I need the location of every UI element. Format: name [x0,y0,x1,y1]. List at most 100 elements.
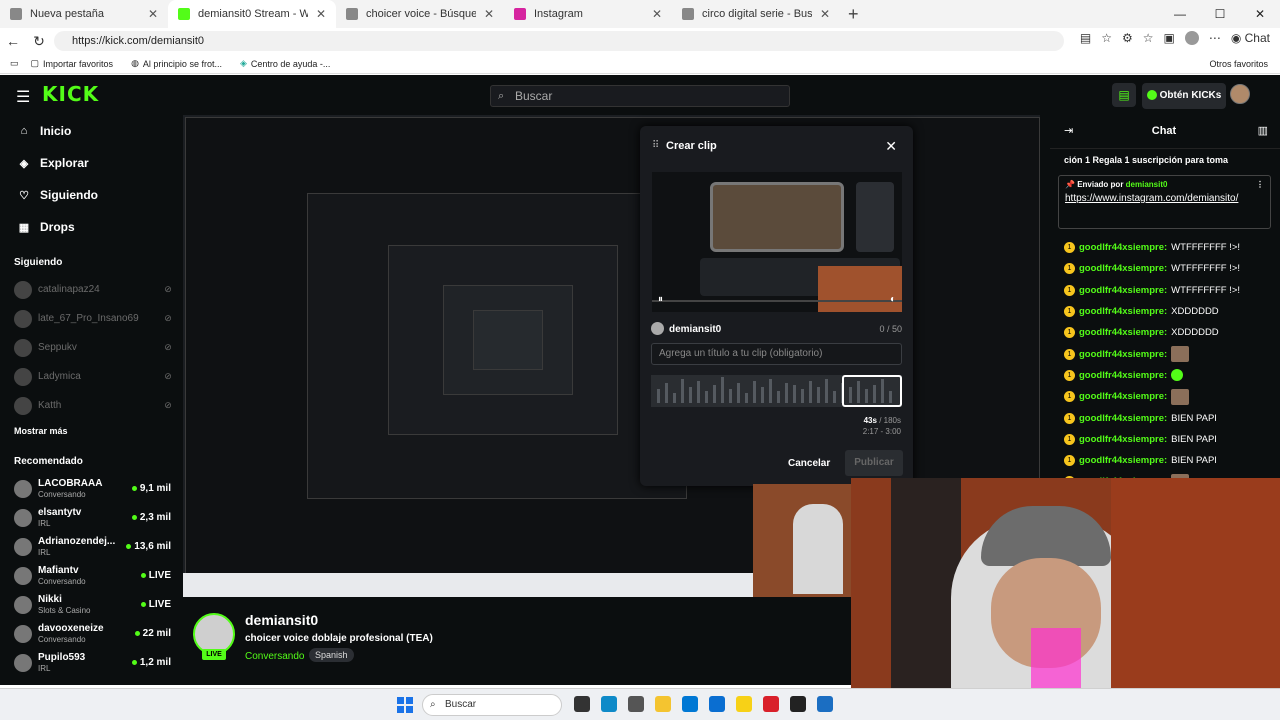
chat-username[interactable]: goodlfr44xsiempre: [1079,285,1167,296]
chat-username[interactable]: goodlfr44xsiempre: [1079,306,1167,317]
clip-preview[interactable]: ⏸ ◐ [652,172,902,312]
close-tab-icon[interactable]: ✕ [484,7,494,21]
sidebar-toggle-icon[interactable]: ▭ [10,58,19,69]
stream-category[interactable]: Conversando [245,651,304,662]
close-tab-icon[interactable]: ✕ [820,7,830,21]
more-options-icon[interactable]: ⋮ [1256,180,1264,189]
favorite-item[interactable]: ◈ Centro de ayuda -... [240,58,330,69]
recommended-channel[interactable]: LACOBRAAA Conversando 9,1 mil [0,474,183,503]
back-button[interactable]: ← [0,33,26,49]
star-icon[interactable]: ☆ [1101,31,1112,45]
taskview-icon[interactable] [574,696,590,712]
drops-icon: ▦ [18,221,30,234]
show-more-link[interactable]: Mostrar más [0,420,183,442]
browser-tab[interactable]: Nueva pestaña ✕ [0,0,168,28]
minimize-button[interactable]: — [1160,0,1200,28]
chat-username[interactable]: goodlfr44xsiempre: [1079,370,1167,381]
sticky-notes-icon[interactable] [736,696,752,712]
chat-users-icon[interactable]: ▥ [1258,124,1268,137]
chat-username[interactable]: goodlfr44xsiempre: [1079,349,1167,360]
windows-start-icon[interactable] [397,697,413,713]
language-tag[interactable]: Spanish [309,648,354,662]
chat-username[interactable]: goodlfr44xsiempre: [1079,391,1167,402]
reader-icon[interactable]: ▤ [1080,31,1091,45]
volume-icon[interactable]: ◐ [890,294,896,305]
recommended-channel[interactable]: Pupilo593 IRL 1,2 mil [0,648,183,677]
recommended-channel[interactable]: Adrianozendej... IRL 13,6 mil [0,532,183,561]
timeline-tick [793,385,796,403]
favorites-icon[interactable]: ☆ [1143,31,1154,45]
close-tab-icon[interactable]: ✕ [316,7,326,21]
recommended-channel[interactable]: davooxeneize Conversando 22 mil [0,619,183,648]
close-window-button[interactable]: ✕ [1240,0,1280,28]
close-icon[interactable]: ✕ [885,138,897,155]
chat-username[interactable]: goodlfr44xsiempre: [1079,263,1167,274]
recommended-channel[interactable]: Mafiantv Conversando LIVE [0,561,183,590]
extensions-icon[interactable]: ⚙ [1122,31,1133,45]
gift-banner[interactable]: ción 1 Regala 1 suscripción para toma [1064,155,1280,165]
following-channel[interactable]: late_67_Pro_Insano69 ⊘ [0,304,183,333]
recommended-channel[interactable]: elsantytv IRL 2,3 mil [0,503,183,532]
browser-tab[interactable]: circo digital serie - Buscar con Google ✕ [672,0,840,28]
new-tab-button[interactable]: + [840,4,867,25]
drag-handle-icon[interactable]: ⠿ [652,140,659,151]
following-channel[interactable]: catalinapaz24 ⊘ [0,275,183,304]
collections-icon[interactable]: ▣ [1163,31,1174,45]
edge-icon[interactable] [601,696,617,712]
other-favorites[interactable]: Otros favoritos [1209,59,1268,69]
sidebar-item-drops[interactable]: ▦ Drops [0,211,183,243]
cancel-button[interactable]: Cancelar [788,458,830,469]
chat-username[interactable]: goodlfr44xsiempre: [1079,455,1167,466]
favorite-item[interactable]: ▢ Importar favoritos [31,58,114,69]
browser-tab[interactable]: demiansit0 Stream - Watch Live on Kick ✕ [168,0,336,28]
reload-button[interactable]: ↻ [26,33,52,50]
address-bar[interactable]: https://kick.com/demiansit0 [54,31,1064,51]
publish-button[interactable]: Publicar [845,450,903,476]
following-channel[interactable]: Katth ⊘ [0,391,183,420]
browser-tab[interactable]: Instagram ✕ [504,0,672,28]
store-icon[interactable] [682,696,698,712]
following-channel[interactable]: Seppukv ⊘ [0,333,183,362]
app-icon[interactable] [628,696,644,712]
search-input[interactable]: ⌕ Buscar [490,85,790,107]
obs-icon[interactable] [790,696,806,712]
close-tab-icon[interactable]: ✕ [652,7,662,21]
chat-username[interactable]: goodlfr44xsiempre: [1079,434,1167,445]
sidebar-item-siguiendo[interactable]: ♡ Siguiendo [0,179,183,211]
sidebar-item-explorar[interactable]: ◈ Explorar [0,147,183,179]
more-icon[interactable]: ⋯ [1209,31,1221,45]
channel-name: Pupilo593 [38,651,86,663]
user-avatar[interactable] [1230,84,1250,104]
clip-selection-handle[interactable] [842,375,902,407]
streamer-name[interactable]: demiansit0 [245,612,318,628]
pinned-link[interactable]: https://www.instagram.com/demiansito/ [1065,193,1264,204]
taskbar-search[interactable]: ⌕ Buscar [422,694,562,716]
following-channel[interactable]: Ladymica ⊘ [0,362,183,391]
chat-username[interactable]: goodlfr44xsiempre: [1079,413,1167,424]
chat-toggle-icon[interactable]: ▤ [1112,83,1136,107]
chat-username[interactable]: goodlfr44xsiempre: [1079,327,1167,338]
live-dot-icon [134,630,140,636]
taskbar-search-placeholder: Buscar [445,699,477,710]
close-tab-icon[interactable]: ✕ [148,7,158,21]
menu-icon[interactable]: ☰ [16,87,30,107]
clip-title-input[interactable]: Agrega un título a tu clip (obligatorio) [651,343,902,365]
browser-tab[interactable]: choicer voice - Búsqueda ✕ [336,0,504,28]
copilot-chat-button[interactable]: ◉ Chat [1231,31,1270,45]
get-kicks-button[interactable]: Obtén KICKs [1142,83,1226,109]
file-explorer-icon[interactable] [655,696,671,712]
outlook-icon[interactable] [709,696,725,712]
sidebar-item-inicio[interactable]: ⌂ Inicio [0,115,183,147]
clip-timeline[interactable] [651,375,902,407]
kick-logo[interactable]: KICK [42,82,99,106]
steam-icon[interactable] [817,696,833,712]
recommended-channel[interactable]: Nikki Slots & Casino LIVE [0,590,183,619]
chat-username[interactable]: goodlfr44xsiempre: [1079,242,1167,253]
pause-icon[interactable]: ⏸ [658,294,663,305]
favorite-item[interactable]: ◍ Al principio se frot... [131,58,222,69]
pinned-user[interactable]: demiansit0 [1126,180,1168,189]
channel-name: LACOBRAAA [38,477,103,489]
maximize-button[interactable]: ☐ [1200,0,1240,28]
profile-icon[interactable] [1184,31,1199,45]
app-red-icon[interactable] [763,696,779,712]
